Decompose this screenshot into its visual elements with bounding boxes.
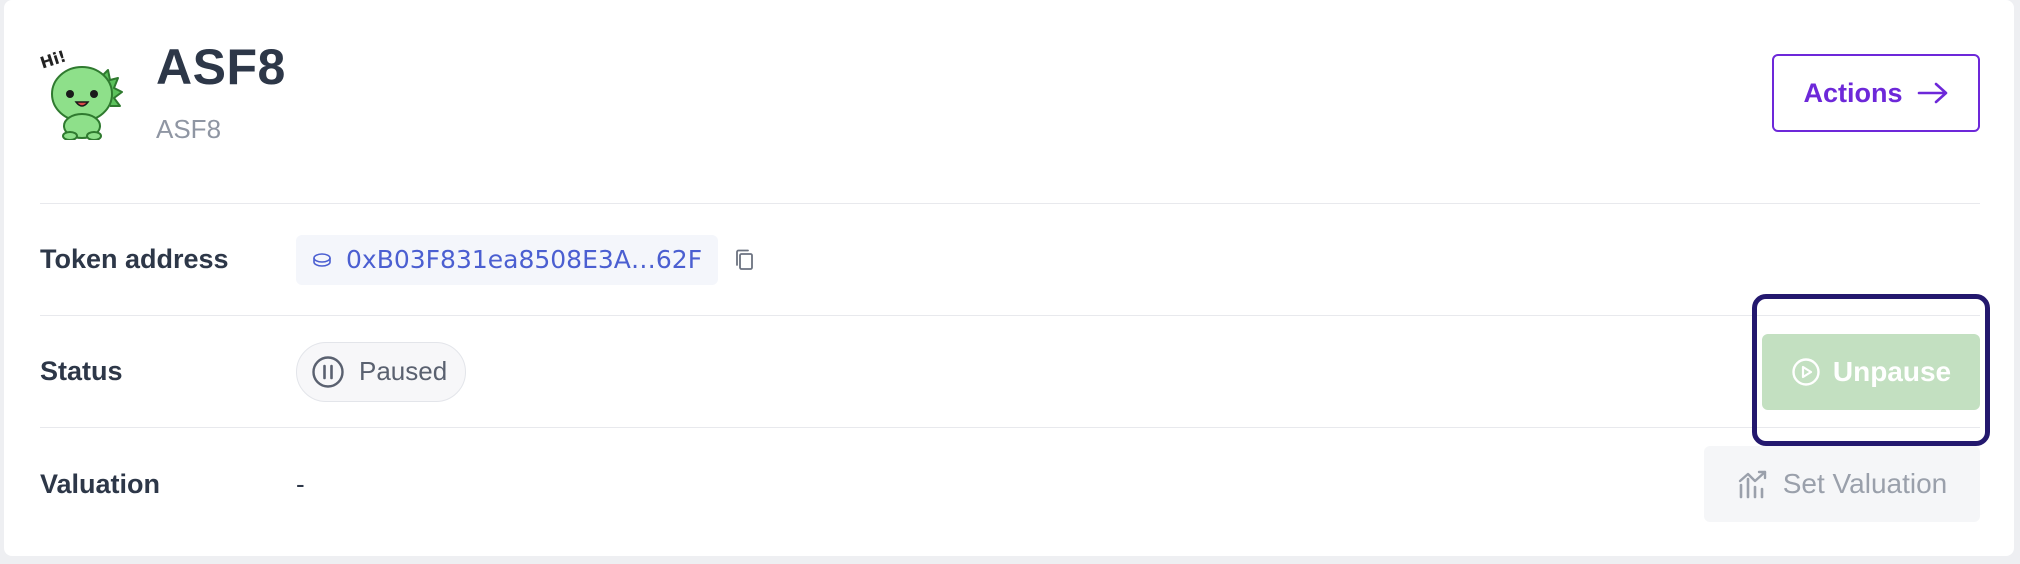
arrow-right-icon <box>1917 82 1947 104</box>
valuation-value: - <box>296 468 305 499</box>
token-address-value: 0xB03F831ea8508E3A…62F <box>346 245 703 274</box>
set-valuation-button-label: Set Valuation <box>1782 468 1948 499</box>
coin-icon <box>313 252 331 267</box>
token-name: ASF8 <box>156 39 286 95</box>
play-circle-icon <box>1792 357 1820 386</box>
token-symbol: ASF8 <box>156 114 222 144</box>
status-row: Status Paused Unpause <box>40 316 1980 428</box>
svg-text:Hi!: Hi! <box>40 48 68 73</box>
pause-circle-icon <box>312 355 344 388</box>
token-detail-card: Hi! ASF8 ASF8 Actions Token address 0xB0… <box>4 0 2014 556</box>
valuation-row: Valuation - Set Valuation <box>40 428 1980 540</box>
copy-icon[interactable] <box>734 248 756 272</box>
actions-button[interactable]: Actions <box>1772 54 1980 132</box>
token-address-row: Token address 0xB03F831ea8508E3A…62F <box>40 204 1980 316</box>
status-label: Status <box>40 356 123 386</box>
set-valuation-button[interactable]: Set Valuation <box>1704 446 1980 522</box>
actions-button-label: Actions <box>1803 77 1903 108</box>
status-value: Paused <box>359 356 448 386</box>
unpause-button-label: Unpause <box>1832 355 1952 387</box>
valuation-label: Valuation <box>40 468 161 499</box>
token-address-link[interactable]: 0xB03F831ea8508E3A…62F <box>296 234 719 285</box>
chart-trend-icon <box>1738 470 1766 499</box>
token-avatar: Hi! <box>38 46 126 141</box>
status-badge: Paused <box>296 341 467 402</box>
dino-hi-avatar-icon: Hi! <box>38 46 123 141</box>
token-address-label: Token address <box>40 244 229 274</box>
token-header: Hi! ASF8 ASF8 Actions <box>38 0 1980 204</box>
unpause-button[interactable]: Unpause <box>1762 333 1980 410</box>
